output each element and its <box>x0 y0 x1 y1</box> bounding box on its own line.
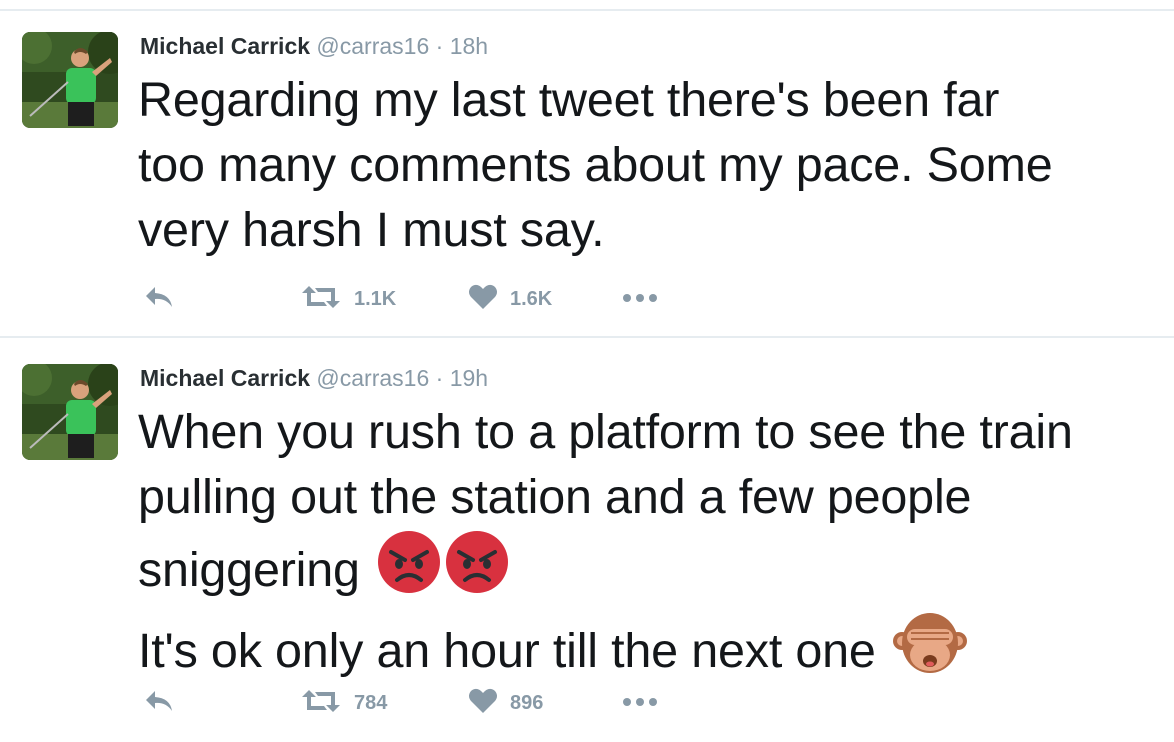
angry-face-emoji <box>445 530 509 611</box>
tweet-header: Michael Carrick @carras16 · 18h <box>140 32 488 60</box>
more-dots-icon <box>622 694 658 712</box>
tweet-text-line-with-emoji: sniggering <box>138 530 1168 611</box>
retweet-button[interactable]: 784 <box>300 688 387 718</box>
tweet-text-line-with-emoji: It's ok only an hour till the next one <box>138 611 1168 692</box>
tweet[interactable]: Michael Carrick @carras16 · 18h Regardin… <box>0 12 1174 338</box>
tweet-text-fragment: sniggering <box>138 543 360 597</box>
retweet-button[interactable]: 1.1K <box>300 284 396 314</box>
reply-icon <box>144 285 174 314</box>
like-button[interactable]: 1.6K <box>468 284 552 314</box>
tweet-header: Michael Carrick @carras16 · 19h <box>140 364 488 392</box>
tweet-text: When you rush to a platform to see the t… <box>138 400 1168 692</box>
reply-icon <box>144 689 174 718</box>
tweet-text-line: When you rush to a platform to see the t… <box>138 405 1073 459</box>
reply-button[interactable] <box>144 688 174 718</box>
display-name[interactable]: Michael Carrick <box>140 365 310 391</box>
more-dots-icon <box>622 290 658 308</box>
tweet-text-line: too many comments about my pace. Some <box>138 138 1053 192</box>
tweet-text-line: pulling out the station and a few people <box>138 470 972 524</box>
retweet-count: 1.1K <box>354 287 397 310</box>
more-button[interactable] <box>622 284 658 314</box>
like-button[interactable]: 896 <box>468 688 543 718</box>
tweet-text-fragment: It's ok only an hour till the next one <box>138 624 876 678</box>
tweet-actions: 1.1K 1.6K <box>140 284 740 314</box>
retweet-count: 784 <box>354 691 388 714</box>
timeline-top-divider <box>0 9 1174 11</box>
tweet-text-line: very harsh I must say. <box>138 203 605 257</box>
retweet-icon <box>300 285 342 314</box>
reply-button[interactable] <box>144 284 174 314</box>
more-button[interactable] <box>622 688 658 718</box>
tweet-text-line: Regarding my last tweet there's been far <box>138 73 1000 127</box>
timestamp[interactable]: 19h <box>450 365 488 391</box>
display-name[interactable]: Michael Carrick <box>140 33 310 59</box>
like-count: 896 <box>510 691 544 714</box>
separator-dot: · <box>435 33 444 59</box>
tweet-actions: 784 896 <box>140 688 740 718</box>
separator-dot: · <box>435 365 444 391</box>
heart-icon <box>468 688 498 719</box>
like-count: 1.6K <box>510 287 553 310</box>
tweet[interactable]: Michael Carrick @carras16 · 19h When you… <box>0 340 1174 742</box>
tweet-text: Regarding my last tweet there's been far… <box>138 68 1168 263</box>
user-handle[interactable]: @carras16 <box>316 365 429 391</box>
heart-icon <box>468 284 498 315</box>
angry-face-emoji <box>377 530 441 611</box>
retweet-icon <box>300 689 342 718</box>
avatar[interactable] <box>22 32 118 128</box>
see-no-evil-monkey-emoji <box>892 611 967 692</box>
avatar[interactable] <box>22 364 118 460</box>
timestamp[interactable]: 18h <box>450 33 488 59</box>
user-handle[interactable]: @carras16 <box>316 33 429 59</box>
